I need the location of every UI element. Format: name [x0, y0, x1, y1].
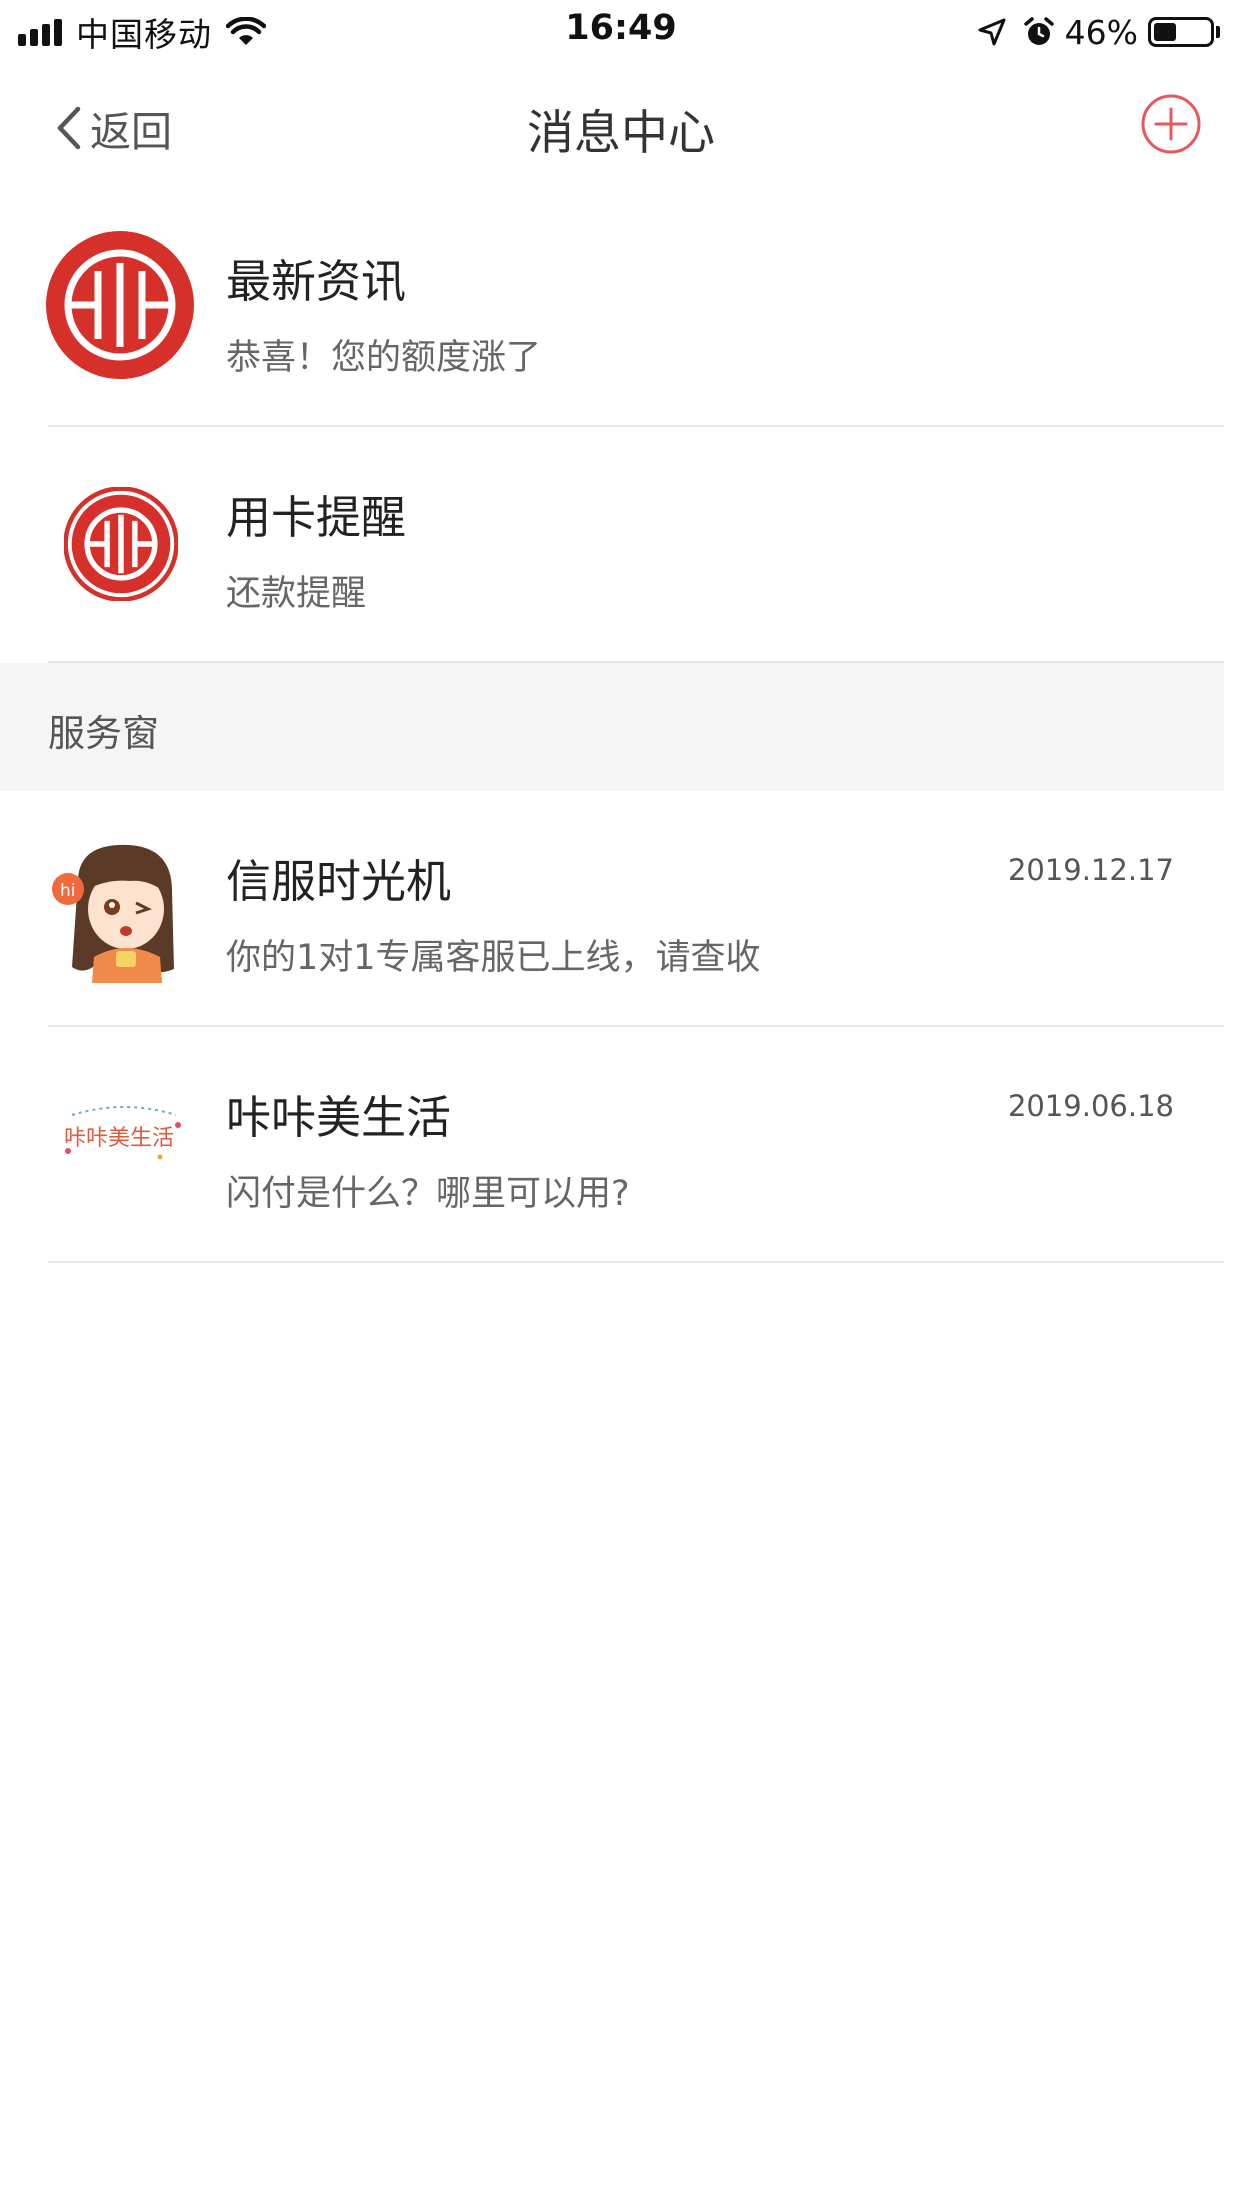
citic-logo-avatar: [46, 231, 194, 379]
cartoon-girl-avatar: hi: [52, 844, 174, 983]
list-item[interactable]: 咔咔美生活 咔咔美生活 闪付是什么？哪里可以用? 2019.06.18: [0, 1027, 1242, 1263]
item-date: 2019.12.17: [1007, 853, 1174, 887]
battery-percent: 46%: [1064, 12, 1138, 52]
item-subtitle: 闪付是什么？哪里可以用?: [226, 1174, 630, 1214]
kakamei-logo-avatar: 咔咔美生活: [64, 1106, 181, 1160]
location-arrow-icon: [978, 18, 1006, 46]
citic-logo-avatar: [64, 487, 178, 601]
battery-tip: [1216, 26, 1220, 38]
page-title: 消息中心: [527, 106, 715, 161]
alarm-clock-icon: [1023, 17, 1054, 45]
logo-text: 咔咔美生活: [64, 1126, 174, 1151]
plus-circle-icon: [1141, 94, 1201, 154]
divider: [48, 1261, 1224, 1263]
item-subtitle: 恭喜！您的额度涨了: [226, 338, 542, 378]
nav-bar: 返回 消息中心: [0, 62, 1242, 186]
item-title: 最新资讯: [226, 255, 407, 308]
item-subtitle: 你的1对1专属客服已上线，请查收: [226, 938, 761, 978]
add-button[interactable]: [1140, 93, 1202, 155]
list-item[interactable]: 最新资讯 恭喜！您的额度涨了: [0, 191, 1242, 427]
battery-level: [1154, 23, 1176, 41]
battery-icon: [1148, 17, 1214, 47]
item-date: 2019.06.18: [1007, 1089, 1174, 1123]
section-label: 服务窗: [48, 712, 159, 755]
list-item[interactable]: hi 信服时光机 你的1对1专属客服已上线，请查收 2019.12.17: [0, 791, 1242, 1027]
item-title: 用卡提醒: [226, 491, 407, 544]
status-bar: 中国移动 16:49 46%: [0, 0, 1242, 62]
item-title: 信服时光机: [226, 855, 452, 908]
hi-badge: hi: [60, 881, 76, 901]
status-right: 46%: [977, 10, 1220, 54]
list-item[interactable]: 用卡提醒 还款提醒: [0, 427, 1242, 663]
section-header: 服务窗: [0, 663, 1224, 791]
item-title: 咔咔美生活: [226, 1091, 452, 1144]
item-subtitle: 还款提醒: [226, 574, 367, 614]
